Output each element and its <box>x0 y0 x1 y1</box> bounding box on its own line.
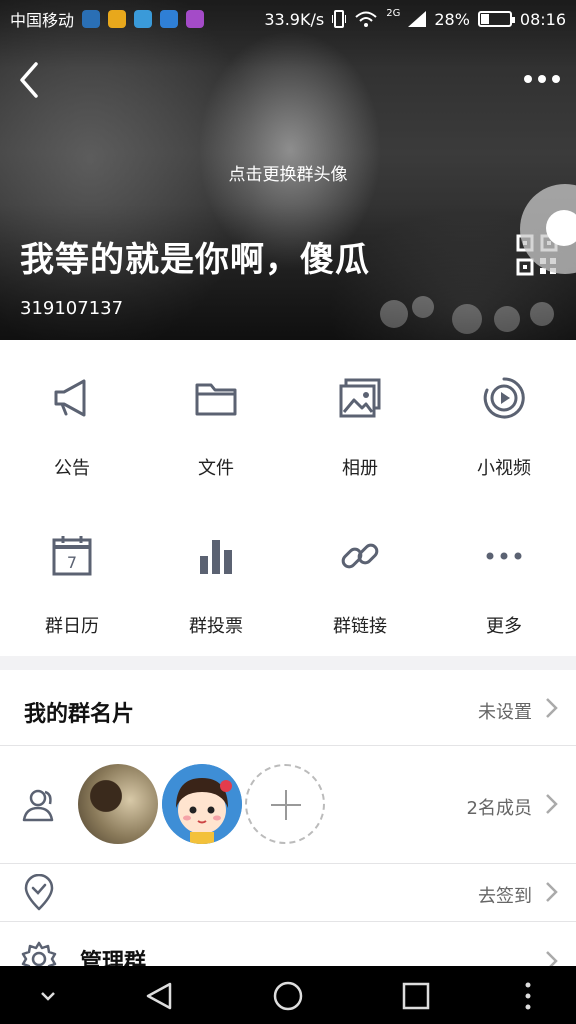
section-divider <box>0 656 576 670</box>
check-in-label: 去签到 <box>478 886 532 907</box>
network-type: 2G <box>386 7 401 19</box>
clock: 08:16 <box>519 9 566 29</box>
group-name: 我等的就是你啊，傻瓜 <box>20 240 370 280</box>
row-title: 管理群 <box>80 950 147 966</box>
group-id: 319107137 <box>20 298 124 319</box>
notification-app-icon <box>186 10 205 28</box>
link-icon <box>341 543 379 569</box>
my-group-card-row[interactable]: 我的群名片 未设置 <box>0 670 576 746</box>
feature-label: 公告 <box>54 458 90 479</box>
member-avatar[interactable] <box>78 764 158 844</box>
feature-label: 更多 <box>486 616 522 637</box>
feature-label: 文件 <box>198 458 234 479</box>
row-title: 我的群名片 <box>24 702 135 727</box>
feature-label: 群链接 <box>333 616 387 637</box>
add-member-button[interactable] <box>245 764 325 844</box>
check-in-row[interactable]: 去签到 <box>0 864 576 922</box>
member-count: 2名成员 <box>466 798 532 819</box>
more-options-button[interactable] <box>522 66 562 92</box>
members-icon <box>22 789 54 822</box>
feature-grid: 公告 文件 相册 小视频 7 群日历 群投票 群链接 更多 <box>0 340 576 656</box>
cartoon-girl-avatar-icon <box>162 764 242 844</box>
video-play-icon <box>483 377 525 419</box>
gear-icon <box>21 941 57 966</box>
recents-square-icon[interactable] <box>398 978 434 1014</box>
back-arrow-icon[interactable] <box>12 58 48 102</box>
battery-percent: 28% <box>434 9 470 29</box>
chevron-right-icon <box>546 951 558 966</box>
group-members-row[interactable]: 2名成员 <box>0 746 576 864</box>
calendar-day: 7 <box>67 553 77 572</box>
wifi-icon <box>355 11 377 27</box>
folder-icon <box>195 383 237 416</box>
manage-group-row[interactable]: 管理群 <box>0 922 576 966</box>
vibrate-icon <box>332 10 347 28</box>
notification-app-icon <box>160 10 179 28</box>
feature-label: 群投票 <box>189 616 243 637</box>
battery-icon <box>477 11 515 27</box>
status-bar: 中国移动 33.9K/s 2G 28% 08:16 <box>0 0 576 38</box>
menu-dots-icon[interactable] <box>510 978 546 1014</box>
row-value: 未设置 <box>478 702 532 723</box>
notification-app-icon <box>108 10 127 28</box>
megaphone-icon <box>54 379 86 417</box>
calendar-icon: 7 <box>52 536 92 576</box>
back-triangle-icon[interactable] <box>142 978 178 1014</box>
feature-label: 相册 <box>342 458 378 479</box>
notification-app-icon <box>82 10 101 28</box>
feature-announcement[interactable]: 公告 <box>0 340 144 498</box>
photo-album-icon <box>339 378 381 418</box>
feature-label: 小视频 <box>477 458 531 479</box>
member-avatar[interactable] <box>162 764 242 844</box>
chevron-down-icon[interactable] <box>30 978 66 1014</box>
feature-files[interactable]: 文件 <box>144 340 288 498</box>
group-cover-photo[interactable]: 中国移动 33.9K/s 2G 28% 08:16 点击更换群头像 我等的就是你… <box>0 0 576 340</box>
feature-label: 群日历 <box>45 616 99 637</box>
notification-app-icon <box>134 10 153 28</box>
chevron-right-icon <box>546 794 558 814</box>
feature-short-video[interactable]: 小视频 <box>432 340 576 498</box>
signal-icon <box>408 11 427 27</box>
bar-chart-icon <box>200 540 232 574</box>
chevron-right-icon <box>546 698 558 718</box>
network-speed: 33.9K/s <box>264 9 325 29</box>
carrier-label: 中国移动 <box>10 11 75 30</box>
more-dots-icon <box>486 552 522 560</box>
feature-calendar[interactable]: 7 群日历 <box>0 498 144 656</box>
feature-more[interactable]: 更多 <box>432 498 576 656</box>
chevron-right-icon <box>546 882 558 902</box>
feature-vote[interactable]: 群投票 <box>144 498 288 656</box>
feature-link[interactable]: 群链接 <box>288 498 432 656</box>
location-check-icon <box>24 874 54 911</box>
feature-album[interactable]: 相册 <box>288 340 432 498</box>
home-circle-icon[interactable] <box>270 978 306 1014</box>
change-group-avatar-hint[interactable]: 点击更换群头像 <box>0 160 576 185</box>
system-nav-bar <box>0 966 576 1024</box>
